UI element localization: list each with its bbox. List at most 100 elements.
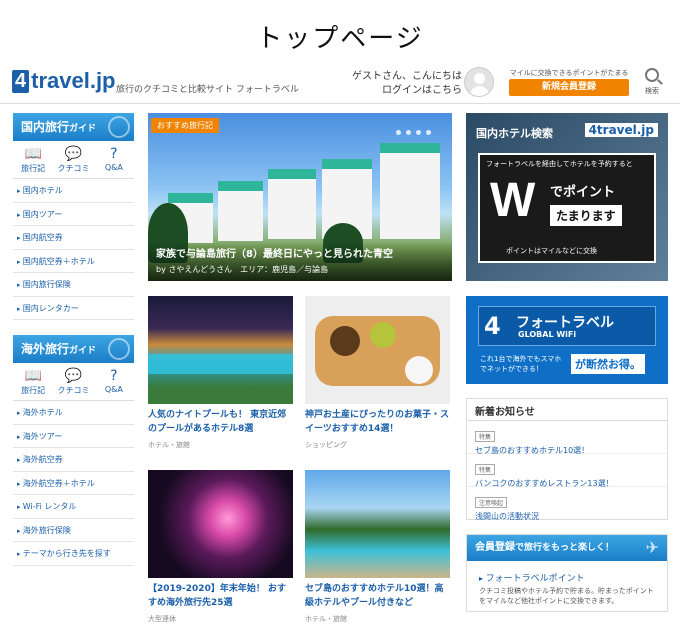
mile-note: マイルに交換できるポイントがたまる <box>509 69 629 77</box>
news-item[interactable]: 特集 バンコクのおすすめレストラン13選！ <box>467 454 667 488</box>
article-title[interactable]: 【2019-2020】年末年始！ おすすめ海外旅行先25選 <box>148 582 293 610</box>
sidebar-item-overseas-flight-hotel[interactable]: 海外航空券＋ホテル <box>13 472 134 495</box>
icon-label: クチコミ <box>57 386 90 395</box>
article-card[interactable]: 人気のナイトプールも！ 東京近郊のプールがあるホテル8選 ホテル・旅館 <box>148 296 293 450</box>
hotel-ad-line1: フォートラベルを経由してホテルを予約すると <box>486 160 633 168</box>
icon-label: Q&A <box>104 385 123 394</box>
search-label: 検索 <box>645 87 659 95</box>
resort-pool-photo <box>305 470 450 578</box>
overseas-guide-heading[interactable]: 海外旅行ガイド <box>13 335 134 363</box>
point-title[interactable]: フォートラベルポイント <box>467 561 667 584</box>
question-icon: ? <box>110 146 118 162</box>
logo-text: travel.jp <box>31 68 116 93</box>
domestic-title: 国内旅行 <box>21 120 70 134</box>
article-category: 大型連休 <box>148 615 176 623</box>
article-title[interactable]: 神戸お土産にぴったりのお菓子・スイーツおすすめ14選！ <box>305 408 450 436</box>
carousel-dot[interactable] <box>416 130 421 135</box>
domestic-qa-link[interactable]: ? Q&A <box>94 141 134 178</box>
sidebar-item-domestic-flight[interactable]: 国内航空券 <box>13 226 134 250</box>
hotel-ad-tamarimasu: たまります <box>550 205 622 226</box>
overseas-qa-link[interactable]: ? Q&A <box>94 363 134 400</box>
hotel-ad-big-w: W <box>490 174 536 227</box>
overseas-title-small: ガイド <box>69 346 97 356</box>
icon-label: Q&A <box>104 163 123 172</box>
sidebar-item-domestic-tour[interactable]: 国内ツアー <box>13 203 134 226</box>
site-tagline: 旅行のクチコミと比較サイト フォートラベル <box>116 85 299 95</box>
hotel-ad-line2: ポイントはマイルなどに交換 <box>506 247 597 255</box>
search-icon <box>645 68 659 82</box>
globe-icon <box>108 338 130 360</box>
signup-button[interactable]: 新規会員登録 <box>509 79 629 96</box>
news-box: 新着お知らせ 特集 セブ島のおすすめホテル10選！ 特集 バンコクのおすすめレス… <box>466 398 668 522</box>
hero-building <box>380 143 440 239</box>
article-title[interactable]: セブ島のおすすめホテル10選！高級ホテルやプール付きなど <box>305 582 450 610</box>
article-card[interactable]: セブ島のおすすめホテル10選！高級ホテルやプール付きなど ホテル・旅館 <box>305 470 450 624</box>
member-heading-rest: で旅行をもっと楽しく！ <box>515 543 615 553</box>
article-card[interactable]: 神戸お土産にぴったりのお菓子・スイーツおすすめ14選！ ショッピング <box>305 296 450 450</box>
hero-building <box>268 169 316 239</box>
carousel-dot[interactable] <box>426 130 431 135</box>
member-heading[interactable]: 会員登録で旅行をもっと楽しく！ ✈ <box>467 535 667 561</box>
sidebar-item-domestic-flight-hotel[interactable]: 国内航空券＋ホテル <box>13 250 134 273</box>
article-category: ショッピング <box>305 441 347 449</box>
article-title[interactable]: 人気のナイトプールも！ 東京近郊のプールがあるホテル8選 <box>148 408 293 436</box>
logo-mark: 4 <box>12 69 30 93</box>
book-icon: 📖 <box>24 368 42 384</box>
greeting-text: ゲストさん、こんにちは <box>352 71 462 82</box>
article-category: ホテル・旅館 <box>305 615 347 623</box>
domestic-guide-heading[interactable]: 国内旅行ガイド <box>13 113 134 141</box>
wifi-ad-sub: これ1台で海外でもスマホでネットができる！ <box>480 355 562 373</box>
sidebar-item-domestic-insurance[interactable]: 国内旅行保険 <box>13 273 134 297</box>
japan-map-icon <box>108 116 130 138</box>
sidebar-item-wifi-rental[interactable]: Wi-Fi レンタル <box>13 495 134 519</box>
search-button[interactable]: 検索 <box>640 68 664 96</box>
wifi-ad-brand: フォートラベル <box>516 315 614 331</box>
wifi-ad-promo: が断然お得。 <box>571 354 645 374</box>
greeting-block: ゲストさん、こんにちは ログインはこちら <box>352 70 462 98</box>
hotel-ad-logo: 4travel.jp <box>584 123 658 137</box>
icon-label: 旅行記 <box>21 164 46 173</box>
carousel-dots[interactable] <box>396 120 436 139</box>
domestic-title-small: ガイド <box>69 124 97 134</box>
fireworks-photo <box>148 470 293 578</box>
sweets-photo <box>305 296 450 404</box>
carousel-dot[interactable] <box>396 130 401 135</box>
wifi-ad-global: GLOBAL WiFi <box>518 330 577 339</box>
page-title: トップページ <box>256 24 424 54</box>
carousel-dot[interactable] <box>406 130 411 135</box>
speech-bubble-icon: 💬 <box>64 368 83 384</box>
news-item[interactable]: 注意喚起 浅間山の活動状況 <box>467 487 667 522</box>
avatar[interactable] <box>464 67 494 97</box>
speech-bubble-icon: 💬 <box>64 146 83 162</box>
domestic-travelogue-link[interactable]: 📖 旅行記 <box>13 141 53 178</box>
member-heading-main: 会員登録 <box>475 542 515 553</box>
hero-byline: by さやえんどうさん エリア：鹿児島／与論島 <box>156 265 329 274</box>
sidebar-item-overseas-tour[interactable]: 海外ツアー <box>13 425 134 448</box>
overseas-travelogue-link[interactable]: 📖 旅行記 <box>13 363 53 400</box>
domestic-icon-row: 📖 旅行記 💬 クチコミ ? Q&A <box>13 141 134 179</box>
site-header: 4 travel.jp 旅行のクチコミと比較サイト フォートラベル ゲストさん、… <box>0 62 680 104</box>
article-card[interactable]: 【2019-2020】年末年始！ おすすめ海外旅行先25選 大型連休 <box>148 470 293 624</box>
wifi-ad-four: 4 <box>484 312 501 340</box>
global-wifi-ad[interactable]: 4 フォートラベル GLOBAL WiFi これ1台で海外でもスマホでネットがで… <box>466 296 668 384</box>
hotel-search-ad[interactable]: 国内ホテル検索 4travel.jp フォートラベルを経由してホテルを予約すると… <box>466 113 668 281</box>
site-logo[interactable]: 4 travel.jp <box>12 68 116 94</box>
sidebar-item-domestic-hotel[interactable]: 国内ホテル <box>13 179 134 203</box>
news-item[interactable]: 特集 セブ島のおすすめホテル10選！ <box>467 421 667 455</box>
domestic-review-link[interactable]: 💬 クチコミ <box>53 141 93 178</box>
login-link[interactable]: ログインはこちら <box>382 85 462 96</box>
hotel-ad-point: でポイント <box>550 185 616 200</box>
overseas-review-link[interactable]: 💬 クチコミ <box>53 363 93 400</box>
sidebar-item-theme-search[interactable]: テーマから行き先を探す <box>13 542 134 566</box>
sidebar-item-overseas-flight[interactable]: 海外航空券 <box>13 448 134 472</box>
overseas-title: 海外旅行 <box>21 342 70 356</box>
hotel-ad-heading: 国内ホテル検索 <box>476 127 553 140</box>
news-tag: 特集 <box>475 464 496 475</box>
sidebar-item-overseas-hotel[interactable]: 海外ホテル <box>13 401 134 425</box>
airplane-icon: ✈ <box>645 538 659 557</box>
hero-title[interactable]: 家族で与論島旅行（8）最終日にやっと見られた青空 <box>156 248 444 262</box>
point-description: クチコミ投稿やホテル予約で貯まる。貯まったポイントをマイルなど他社ポイントに交換… <box>479 587 654 605</box>
sidebar-item-domestic-rental-car[interactable]: 国内レンタカー <box>13 297 134 320</box>
sidebar-item-overseas-insurance[interactable]: 海外旅行保険 <box>13 519 134 542</box>
news-text[interactable]: 浅間山の活動状況 <box>475 511 659 522</box>
